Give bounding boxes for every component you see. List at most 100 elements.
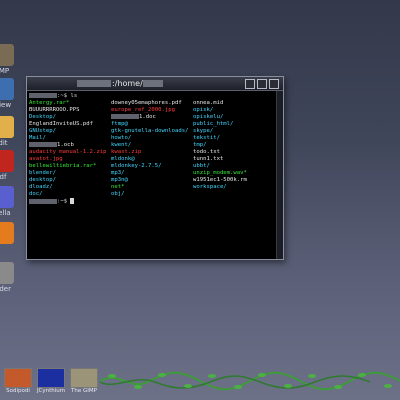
- view-launcher[interactable]: view: [0, 78, 20, 109]
- command-text: ls: [70, 93, 78, 99]
- redacted-username: [142, 80, 163, 87]
- ls-entry: opiskelu/: [193, 114, 275, 121]
- pdf-launcher[interactable]: df: [0, 150, 20, 181]
- ls-entry-name: tmp/: [193, 142, 207, 148]
- ls-entry-name: avatot.jpg: [29, 156, 63, 162]
- ls-entry-name: gtk-gnutella-downloads/: [111, 128, 189, 134]
- ls-entry-name: howto/: [111, 135, 132, 141]
- ls-column: Antergy.rar* BUUURRRROOO.PPS Desktop/Engla…: [29, 100, 111, 198]
- ls-entry: onnea.mid: [193, 100, 275, 107]
- ls-entry: 1.ocb: [29, 142, 111, 149]
- redacted-filename: [29, 142, 57, 147]
- desktop-icon-label: dit: [0, 139, 8, 147]
- ls-entry: avatot.jpg: [29, 156, 111, 163]
- blender-icon: [0, 222, 14, 244]
- stella-launcher[interactable]: tella: [0, 186, 20, 217]
- ls-entry-name: 1.doc: [139, 114, 156, 120]
- loader-launcher[interactable]: ader: [0, 262, 20, 293]
- ls-entry-name: blender/: [29, 170, 56, 176]
- ls-entry-name: ftmp@: [111, 121, 128, 127]
- ls-entry-name: unzip_modem.wav*: [193, 170, 247, 176]
- ls-entry-name: EnglandInviteUS.pdf: [29, 121, 93, 127]
- text-cursor: [70, 198, 75, 204]
- ls-entry: net*: [111, 184, 193, 191]
- ls-entry-name: ubbt/: [193, 163, 210, 169]
- ls-entry-name: mldonkey-2.7.5/: [111, 163, 162, 169]
- desktop-icon-label: tella: [0, 209, 11, 217]
- ls-entry: howto/: [111, 135, 193, 142]
- ls-entry: obj/: [111, 191, 193, 198]
- blender-launcher[interactable]: [0, 222, 20, 245]
- pdf-icon: [0, 150, 14, 172]
- taskbar-item[interactable]: Sodipodi: [2, 366, 34, 400]
- ls-entry: EnglandInviteUS.pdf: [29, 121, 111, 128]
- prompt-line: :~$: [29, 198, 275, 205]
- terminal-title: :/home/: [77, 77, 164, 90]
- ls-entry-name: Antergy.rar*: [29, 100, 70, 106]
- ls-entry: todo.txt: [193, 149, 275, 156]
- view-icon: [0, 78, 14, 100]
- ls-entry-name: mp3n@: [111, 177, 128, 183]
- ls-entry: kwent/: [111, 142, 193, 149]
- ls-entry-name: onnea.mid: [193, 100, 224, 106]
- maximize-button[interactable]: [257, 79, 267, 89]
- ls-entry-name: Mail/: [29, 135, 46, 141]
- ls-entry-name: mp3/: [111, 170, 125, 176]
- desktop-icon-label: ader: [0, 285, 11, 293]
- terminal-scrollbar[interactable]: [276, 91, 283, 259]
- close-button[interactable]: [269, 79, 279, 89]
- terminal-output[interactable]: :~$ ls Antergy.rar* BUUURRRROOO.PPS Deskto…: [29, 93, 275, 205]
- ls-entry: w1951ec1-500k.rm: [193, 177, 275, 184]
- ls-entry: kwast.zip: [111, 149, 193, 156]
- ls-entry-name: BUUURRRROOO.PPS: [29, 107, 80, 113]
- gimp-launcher[interactable]: IMP: [0, 44, 20, 75]
- terminal-titlebar[interactable]: :/home/: [27, 77, 283, 91]
- ls-entry-name: kwent/: [111, 142, 132, 148]
- ls-entry: europe_ref_2000.jpg: [111, 107, 193, 114]
- ls-entry: ftmp@: [111, 121, 193, 128]
- ls-entry-name: tunn1.txt: [193, 156, 224, 162]
- desktop-icon-label: IMP: [0, 67, 10, 75]
- taskbar: Sodipodi JCynthium The GIMP: [0, 366, 400, 400]
- ls-entry-name: Desktop/: [29, 114, 56, 120]
- edit-icon: [0, 116, 14, 138]
- ls-entry-name: doc/: [29, 191, 43, 197]
- taskbar-item[interactable]: JCynthium: [35, 366, 67, 400]
- ls-entry: skype/: [193, 128, 275, 135]
- ls-entry-name: downey05emaphores.pdf: [111, 100, 182, 106]
- ls-entry: blender/: [29, 170, 111, 177]
- stella-icon: [0, 186, 14, 208]
- taskbar-item[interactable]: The GIMP: [68, 366, 100, 400]
- ls-entry-name: opiskelu/: [193, 114, 224, 120]
- ls-entry: gtk-gnutella-downloads/: [111, 128, 193, 135]
- ls-entry: Mail/: [29, 135, 111, 142]
- ls-column: downey05emaphores.pdf europe_ref_2000.jpg…: [111, 100, 193, 198]
- ls-entry-name: workspace/: [193, 184, 227, 190]
- ls-entry-name: mldonk@: [111, 156, 135, 162]
- ls-entry-name: kwast.zip: [111, 149, 142, 155]
- ls-entry-name: w1951ec1-500k.rm: [193, 177, 247, 183]
- gimp-task-icon: [70, 368, 98, 388]
- redacted-username: [77, 80, 111, 87]
- minimize-button[interactable]: [245, 79, 255, 89]
- redacted-prompt: [29, 198, 57, 204]
- terminal-window[interactable]: :/home/ :~$ ls Antergy.rar* BUUURRRROOO.P…: [26, 76, 284, 260]
- ls-output: Antergy.rar* BUUURRRROOO.PPS Desktop/Engla…: [29, 100, 275, 198]
- ls-column: onnea.mid opisk/opiskelu/public_html/skyp…: [193, 100, 275, 198]
- ls-entry-name: tekstit/: [193, 135, 220, 141]
- desktop-icon-label: df: [0, 173, 7, 181]
- ls-entry: ubbt/: [193, 163, 275, 170]
- edit-launcher[interactable]: dit: [0, 116, 20, 147]
- loader-icon: [0, 262, 14, 284]
- ls-entry-name: dloadz/: [29, 184, 53, 190]
- ls-entry-name: opisk/: [193, 107, 214, 113]
- ls-entry-name: desktop/: [29, 177, 56, 183]
- taskbar-item-label: The GIMP: [71, 388, 97, 394]
- ls-entry: downey05emaphores.pdf: [111, 100, 193, 107]
- ls-entry: opisk/: [193, 107, 275, 114]
- desktop-icon-label: view: [0, 101, 12, 109]
- ls-entry: 1.doc: [111, 114, 193, 121]
- ls-entry-name: net*: [111, 184, 125, 190]
- ls-entry-name: skype/: [193, 128, 214, 134]
- ls-entry-name: public_html/: [193, 121, 234, 127]
